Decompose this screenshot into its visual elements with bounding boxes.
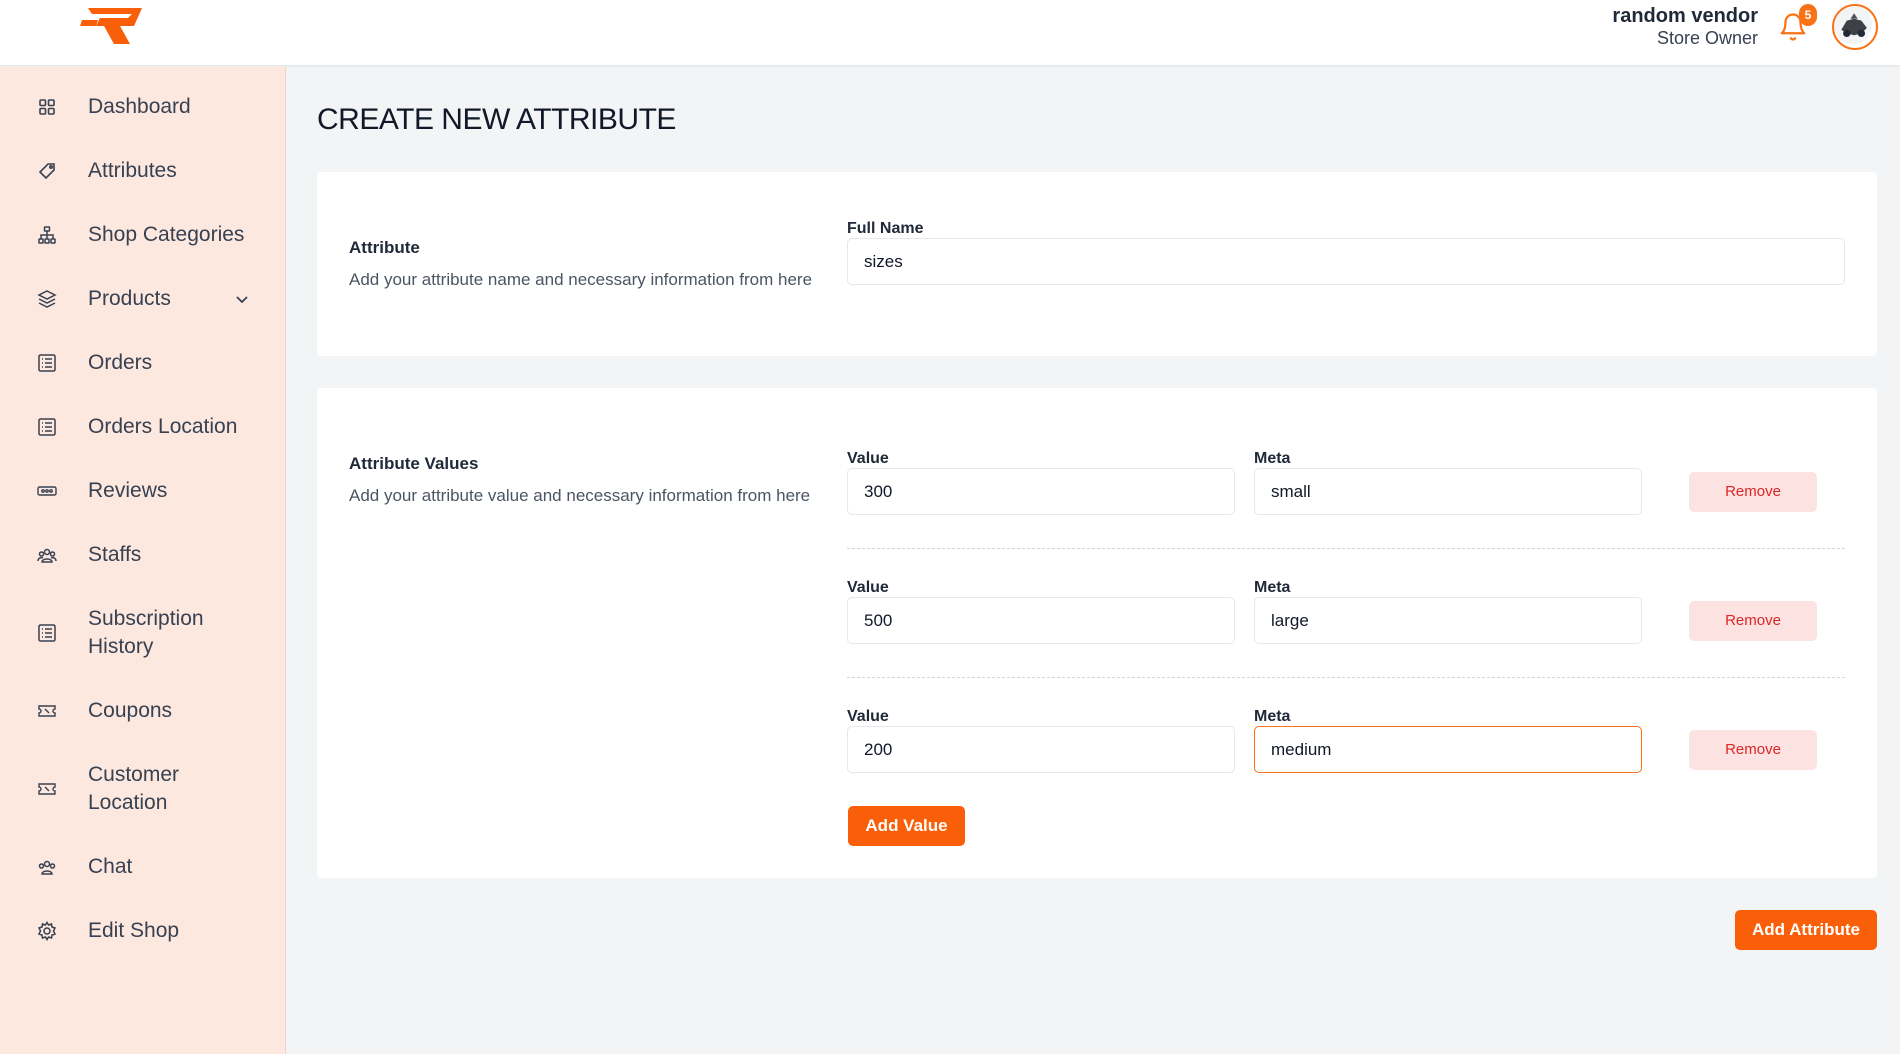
value-input[interactable]: 500 (847, 597, 1235, 644)
add-attribute-button[interactable]: Add Attribute (1735, 910, 1877, 950)
list-icon (36, 416, 58, 438)
user-info: random vendor Store Owner (1612, 5, 1758, 49)
meta-input[interactable]: small (1254, 468, 1642, 515)
user-name: random vendor (1612, 5, 1758, 27)
row-divider (847, 548, 1845, 549)
chevron-down-icon[interactable] (232, 289, 252, 309)
meta-label: Meta (1254, 579, 1291, 596)
avatar[interactable] (1832, 4, 1878, 50)
coupon-icon (36, 700, 58, 722)
remove-button[interactable]: Remove (1689, 601, 1817, 641)
sidebar-item-shop-categories[interactable]: Shop Categories (0, 219, 286, 251)
user-role: Store Owner (1656, 28, 1758, 48)
value-label: Value (847, 579, 889, 596)
users-icon (36, 544, 58, 566)
attribute-card-description: Add your attribute name and necessary in… (349, 270, 813, 289)
hierarchy-icon (36, 224, 58, 246)
sidebar-item-label: Coupons (88, 699, 173, 722)
row-divider (847, 677, 1845, 678)
sidebar-item-subscription-history[interactable]: Subscription History (0, 603, 286, 663)
rating-icon (36, 480, 58, 502)
sidebar-item-chat[interactable]: Chat (0, 851, 286, 883)
tag-icon (36, 160, 58, 182)
attribute-values-description: Add your attribute value and necessary i… (349, 486, 811, 505)
sidebar: Dashboard Attributes Shop Categories Pro… (0, 67, 286, 1054)
sidebar-item-label: Staffs (88, 543, 142, 566)
sidebar-item-label: Customer Location (88, 763, 180, 814)
gear-icon (36, 920, 58, 942)
full-name-label: Full Name (847, 220, 924, 237)
attribute-card-title: Attribute (349, 238, 420, 257)
value-label: Value (847, 708, 889, 725)
page-title: CREATE NEW ATTRIBUTE (317, 103, 676, 136)
list-icon (36, 622, 58, 644)
top-header: random vendor Store Owner 5 (0, 0, 1900, 66)
meta-label: Meta (1254, 708, 1291, 725)
sidebar-item-label: Subscription History (88, 607, 204, 658)
remove-button[interactable]: Remove (1689, 730, 1817, 770)
sidebar-item-dashboard[interactable]: Dashboard (0, 91, 286, 123)
list-icon (36, 352, 58, 374)
sidebar-item-coupons[interactable]: Coupons (0, 695, 286, 727)
value-label: Value (847, 450, 889, 467)
remove-button[interactable]: Remove (1689, 472, 1817, 512)
meta-input[interactable]: medium (1254, 726, 1642, 773)
full-name-input[interactable]: sizes (847, 238, 1845, 285)
attribute-card: Attribute Add your attribute name and ne… (317, 172, 1877, 356)
sidebar-item-label: Edit Shop (88, 919, 180, 942)
sidebar-item-edit-shop[interactable]: Edit Shop (0, 915, 286, 947)
sidebar-item-customer-location[interactable]: Customer Location (0, 759, 286, 819)
meta-input[interactable]: large (1254, 597, 1642, 644)
sidebar-item-staffs[interactable]: Staffs (0, 539, 286, 571)
attribute-values-title: Attribute Values (349, 454, 479, 473)
sidebar-item-label: Products (88, 287, 171, 310)
avatar-image (1834, 6, 1873, 45)
sidebar-item-orders[interactable]: Orders (0, 347, 286, 379)
sidebar-item-label: Reviews (88, 479, 168, 502)
sidebar-item-reviews[interactable]: Reviews (0, 475, 286, 507)
box-icon (36, 288, 58, 310)
add-value-button[interactable]: Add Value (848, 806, 965, 846)
sidebar-item-label: Attributes (88, 159, 177, 182)
sidebar-item-label: Orders Location (88, 415, 238, 438)
grid-icon (36, 96, 58, 118)
sidebar-item-orders-location[interactable]: Orders Location (0, 411, 286, 443)
value-input[interactable]: 300 (847, 468, 1235, 515)
sidebar-item-label: Shop Categories (88, 223, 245, 246)
sidebar-item-label: Chat (88, 855, 133, 878)
meta-label: Meta (1254, 450, 1291, 467)
value-input[interactable]: 200 (847, 726, 1235, 773)
users-icon (36, 856, 58, 878)
sidebar-item-label: Orders (88, 351, 153, 374)
notification-badge: 5 (1799, 4, 1817, 26)
attribute-values-card: Attribute Values Add your attribute valu… (317, 388, 1877, 878)
sidebar-item-products[interactable]: Products (0, 283, 286, 315)
sidebar-item-label: Dashboard (88, 95, 191, 118)
coupon-icon (36, 778, 58, 800)
brand-logo[interactable] (80, 6, 146, 46)
sidebar-item-attributes[interactable]: Attributes (0, 155, 286, 187)
